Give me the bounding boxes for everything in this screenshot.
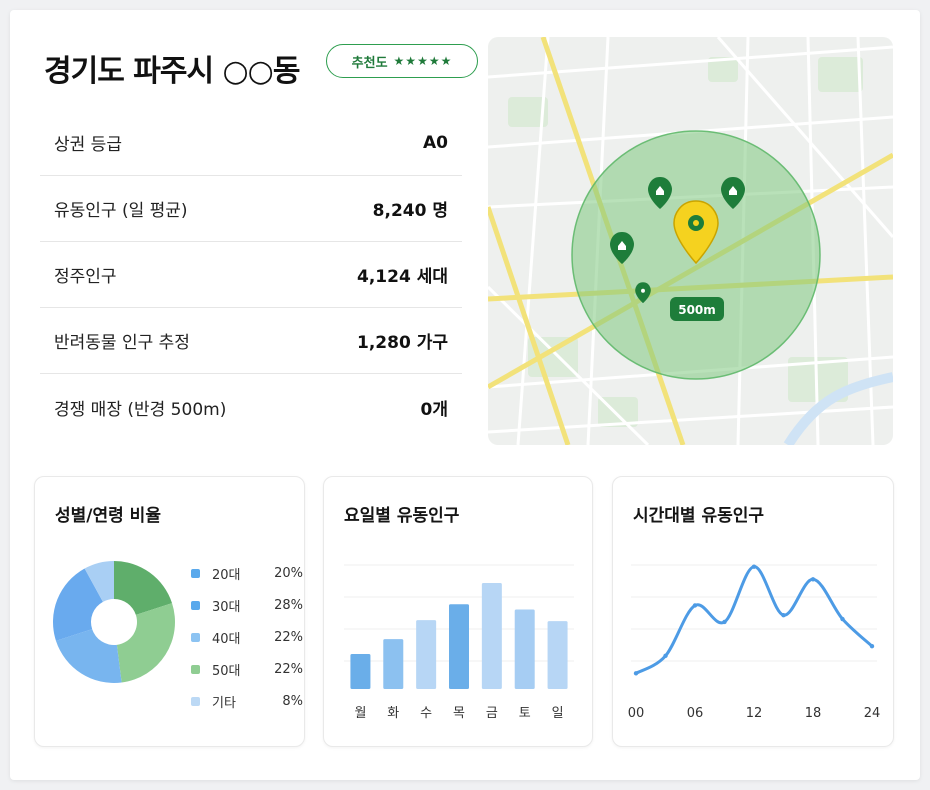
badge-label: 추천도	[351, 55, 388, 71]
stat-row-grade: 상권 등급 A0	[40, 110, 462, 176]
data-point	[810, 577, 816, 582]
stat-value: A0	[423, 132, 448, 153]
donut-slice	[116, 603, 175, 683]
age-gender-card: 성별/연령 비율 20대 20% 30대 28% 40대 22% 50대 22%	[34, 476, 305, 747]
recommendation-badge: 추천도 ★★★★★	[326, 44, 478, 78]
series-line	[634, 565, 874, 675]
bar-화	[383, 639, 404, 689]
hourly-population-card: 시간대별 유동인구 00 06 12 18 24	[612, 476, 894, 747]
location-map[interactable]: 500m	[488, 37, 893, 445]
age-donut-chart	[53, 561, 175, 683]
stat-row-pet-population: 반려동물 인구 추정 1,280 가구	[40, 308, 462, 374]
legend-value: 22%	[274, 661, 303, 677]
bar-금	[481, 583, 502, 689]
data-point	[869, 643, 875, 649]
legend-label: 50대	[212, 663, 241, 679]
radius-label-badge: 500m	[670, 297, 724, 321]
x-tick-label: 월	[354, 706, 366, 721]
stat-value: 1,280 가구	[357, 333, 448, 353]
data-point	[781, 612, 786, 618]
legend-item: 40대 22%	[191, 621, 303, 653]
data-point	[722, 619, 727, 625]
legend-swatch	[191, 568, 200, 578]
legend-item: 50대 22%	[191, 653, 303, 685]
weekday-bar-chart: 월화수목금토일	[344, 564, 574, 721]
dashboard-page: 경기도 파주시 ○○동 추천도 ★★★★★ 상권 등급 A0 유동인구 (일 평…	[10, 10, 920, 780]
stat-value: 8,240 명	[372, 201, 448, 221]
legend-swatch	[191, 664, 200, 674]
age-legend: 20대 20% 30대 28% 40대 22% 50대 22% 기타 8%	[191, 557, 303, 717]
x-tick-label: 일	[552, 706, 564, 721]
legend-swatch	[191, 600, 200, 610]
hourly-line-chart: 00 06 12 18 24	[628, 564, 881, 721]
stat-label: 유동인구 (일 평균)	[54, 201, 188, 221]
legend-label: 20대	[212, 567, 241, 583]
x-tick-label: 06	[687, 706, 704, 721]
legend-value: 20%	[274, 565, 303, 581]
legend-label: 40대	[212, 631, 241, 647]
legend-label: 30대	[212, 599, 241, 615]
weekday-population-card: 요일별 유동인구 월화수목금토일	[323, 476, 593, 747]
stat-label: 반려동물 인구 추정	[54, 333, 190, 353]
bar-토	[514, 609, 535, 689]
x-tick-label: 18	[805, 706, 822, 721]
stat-row-competitor-stores: 경쟁 매장 (반경 500m) 0개	[40, 374, 462, 440]
stat-row-floating-population: 유동인구 (일 평균) 8,240 명	[40, 176, 462, 242]
stat-label: 경쟁 매장 (반경 500m)	[54, 399, 227, 420]
bar-목	[449, 604, 469, 689]
data-point	[840, 616, 845, 622]
x-tick-label: 24	[864, 706, 881, 721]
map-canvas[interactable]: 500m	[488, 37, 893, 445]
x-tick-label: 화	[387, 706, 399, 721]
radius-label: 500m	[678, 303, 716, 317]
legend-item: 기타 8%	[191, 685, 303, 717]
stat-label: 정주인구	[54, 267, 117, 287]
bar-일	[547, 621, 568, 689]
legend-item: 30대 28%	[191, 589, 303, 621]
data-point	[692, 603, 698, 608]
data-point	[633, 671, 639, 676]
x-tick-label: 금	[486, 706, 498, 721]
legend-value: 28%	[274, 597, 303, 613]
data-point	[751, 564, 757, 569]
stat-value: 0개	[420, 399, 448, 420]
stat-row-resident-population: 정주인구 4,124 세대	[40, 242, 462, 308]
stat-value: 4,124 세대	[357, 267, 448, 287]
rating-stars-icon: ★★★★★	[393, 54, 453, 68]
legend-swatch	[191, 696, 200, 706]
bar-월	[350, 654, 371, 689]
x-tick-label: 00	[628, 706, 645, 721]
legend-value: 22%	[274, 629, 303, 645]
legend-label: 기타	[212, 695, 236, 711]
x-tick-label: 토	[519, 706, 531, 721]
bar-수	[416, 620, 437, 689]
legend-swatch	[191, 632, 200, 642]
x-tick-label: 12	[746, 706, 763, 721]
x-tick-label: 수	[420, 706, 432, 721]
legend-value: 8%	[282, 693, 303, 709]
data-point	[663, 653, 668, 659]
stat-label: 상권 등급	[54, 135, 122, 155]
legend-item: 20대 20%	[191, 557, 303, 589]
x-tick-label: 목	[453, 706, 465, 721]
page-title: 경기도 파주시 ○○동	[44, 54, 300, 89]
stats-table: 상권 등급 A0 유동인구 (일 평균) 8,240 명 정주인구 4,124 …	[40, 110, 462, 440]
